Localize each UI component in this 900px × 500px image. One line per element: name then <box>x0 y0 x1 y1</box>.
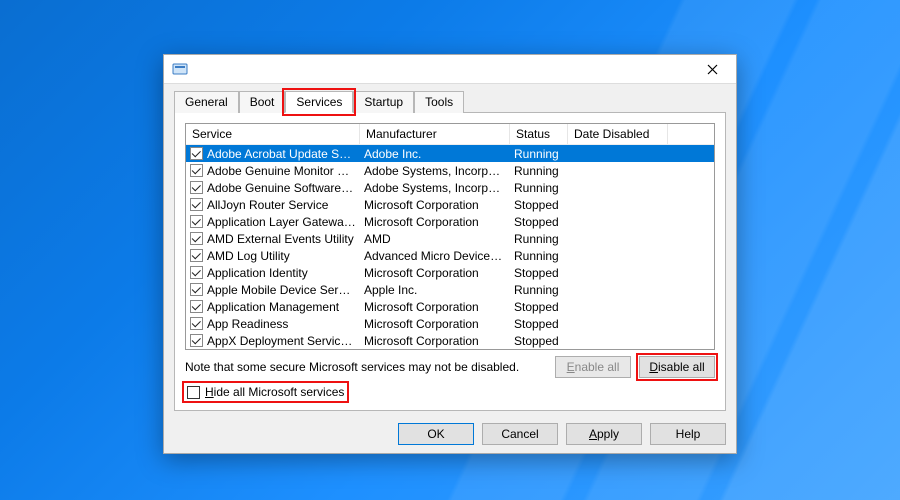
service-checkbox[interactable] <box>190 317 203 330</box>
col-manufacturer[interactable]: Manufacturer <box>360 124 510 144</box>
disable-note: Note that some secure Microsoft services… <box>185 360 519 374</box>
service-status: Stopped <box>510 334 568 348</box>
tab-tools[interactable]: Tools <box>414 91 464 113</box>
tabstrip: GeneralBootServicesStartupTools <box>164 84 736 112</box>
service-checkbox[interactable] <box>190 232 203 245</box>
service-status: Stopped <box>510 198 568 212</box>
service-name: Application Management <box>207 300 339 314</box>
service-checkbox[interactable] <box>190 334 203 347</box>
service-manufacturer: Microsoft Corporation <box>360 198 510 212</box>
service-checkbox[interactable] <box>190 181 203 194</box>
service-name: Adobe Acrobat Update Service <box>207 147 356 161</box>
services-panel: Service Manufacturer Status Date Disable… <box>174 112 726 411</box>
service-name: Adobe Genuine Software Integri... <box>207 181 356 195</box>
service-name: AllJoyn Router Service <box>207 198 328 212</box>
service-name: AMD External Events Utility <box>207 232 354 246</box>
service-name: AMD Log Utility <box>207 249 290 263</box>
service-manufacturer: Microsoft Corporation <box>360 334 510 348</box>
cancel-button[interactable]: Cancel <box>482 423 558 445</box>
service-checkbox[interactable] <box>190 266 203 279</box>
enable-all-button[interactable]: Enable all <box>555 356 631 378</box>
tab-startup[interactable]: Startup <box>353 91 414 113</box>
tab-boot[interactable]: Boot <box>239 91 286 113</box>
help-button[interactable]: Help <box>650 423 726 445</box>
services-list-body[interactable]: Adobe Acrobat Update ServiceAdobe Inc.Ru… <box>186 145 714 349</box>
service-name: Adobe Genuine Monitor Service <box>207 164 356 178</box>
app-icon <box>172 61 188 77</box>
service-status: Stopped <box>510 300 568 314</box>
service-manufacturer: Adobe Systems, Incorpora... <box>360 181 510 195</box>
tab-general[interactable]: General <box>174 91 239 113</box>
service-manufacturer: Apple Inc. <box>360 283 510 297</box>
service-name: Application Identity <box>207 266 308 280</box>
col-service[interactable]: Service <box>186 124 360 144</box>
table-row[interactable]: AllJoyn Router Service Microsoft Corporat… <box>186 196 714 213</box>
ok-button[interactable]: OK <box>398 423 474 445</box>
dialog-buttons: OK Cancel Apply Help <box>164 417 736 455</box>
tab-services[interactable]: Services <box>285 91 353 113</box>
table-row[interactable]: Application Management Microsoft Corporat… <box>186 298 714 315</box>
service-status: Running <box>510 147 568 161</box>
table-row[interactable]: Application Identity Microsoft Corporatio… <box>186 264 714 281</box>
service-status: Stopped <box>510 266 568 280</box>
titlebar <box>164 55 736 84</box>
service-manufacturer: Microsoft Corporation <box>360 266 510 280</box>
service-name: AppX Deployment Service (AppX... <box>207 334 356 348</box>
table-row[interactable]: AMD External Events Utility AMDRunning <box>186 230 714 247</box>
service-name: App Readiness <box>207 317 288 331</box>
service-checkbox[interactable] <box>190 300 203 313</box>
service-manufacturer: Adobe Systems, Incorpora... <box>360 164 510 178</box>
service-status: Stopped <box>510 215 568 229</box>
service-status: Running <box>510 283 568 297</box>
column-headers[interactable]: Service Manufacturer Status Date Disable… <box>186 124 714 145</box>
service-checkbox[interactable] <box>190 147 203 160</box>
service-manufacturer: Microsoft Corporation <box>360 215 510 229</box>
close-button[interactable] <box>692 55 732 83</box>
service-status: Running <box>510 249 568 263</box>
hide-microsoft-checkbox[interactable] <box>187 386 200 399</box>
service-checkbox[interactable] <box>190 215 203 228</box>
table-row[interactable]: Adobe Genuine Software Integri... Adobe S… <box>186 179 714 196</box>
service-manufacturer: AMD <box>360 232 510 246</box>
service-name: Application Layer Gateway Service <box>207 215 356 229</box>
table-row[interactable]: Apple Mobile Device Service Apple Inc.Run… <box>186 281 714 298</box>
hide-microsoft-row[interactable]: Hide all Microsoft services <box>185 384 346 400</box>
service-manufacturer: Microsoft Corporation <box>360 317 510 331</box>
services-list: Service Manufacturer Status Date Disable… <box>185 123 715 350</box>
service-manufacturer: Microsoft Corporation <box>360 300 510 314</box>
service-status: Running <box>510 164 568 178</box>
service-checkbox[interactable] <box>190 164 203 177</box>
table-row[interactable]: Adobe Acrobat Update Service Adobe Inc.Ru… <box>186 145 714 162</box>
table-row[interactable]: AppX Deployment Service (AppX... Microsof… <box>186 332 714 349</box>
service-manufacturer: Adobe Inc. <box>360 147 510 161</box>
service-status: Stopped <box>510 317 568 331</box>
disable-all-button[interactable]: Disable all <box>639 356 715 378</box>
col-status[interactable]: Status <box>510 124 568 144</box>
service-checkbox[interactable] <box>190 283 203 296</box>
hide-microsoft-label: Hide all Microsoft services <box>205 385 344 399</box>
service-status: Running <box>510 181 568 195</box>
service-checkbox[interactable] <box>190 198 203 211</box>
apply-button[interactable]: Apply <box>566 423 642 445</box>
table-row[interactable]: App Readiness Microsoft CorporationStoppe… <box>186 315 714 332</box>
table-row[interactable]: AMD Log Utility Advanced Micro Devices, I… <box>186 247 714 264</box>
col-date-disabled[interactable]: Date Disabled <box>568 124 668 144</box>
service-checkbox[interactable] <box>190 249 203 262</box>
table-row[interactable]: Application Layer Gateway Service Microso… <box>186 213 714 230</box>
service-status: Running <box>510 232 568 246</box>
table-row[interactable]: Adobe Genuine Monitor Service Adobe Syste… <box>186 162 714 179</box>
service-name: Apple Mobile Device Service <box>207 283 356 297</box>
service-manufacturer: Advanced Micro Devices, I... <box>360 249 510 263</box>
msconfig-window: GeneralBootServicesStartupTools Service … <box>163 54 737 454</box>
